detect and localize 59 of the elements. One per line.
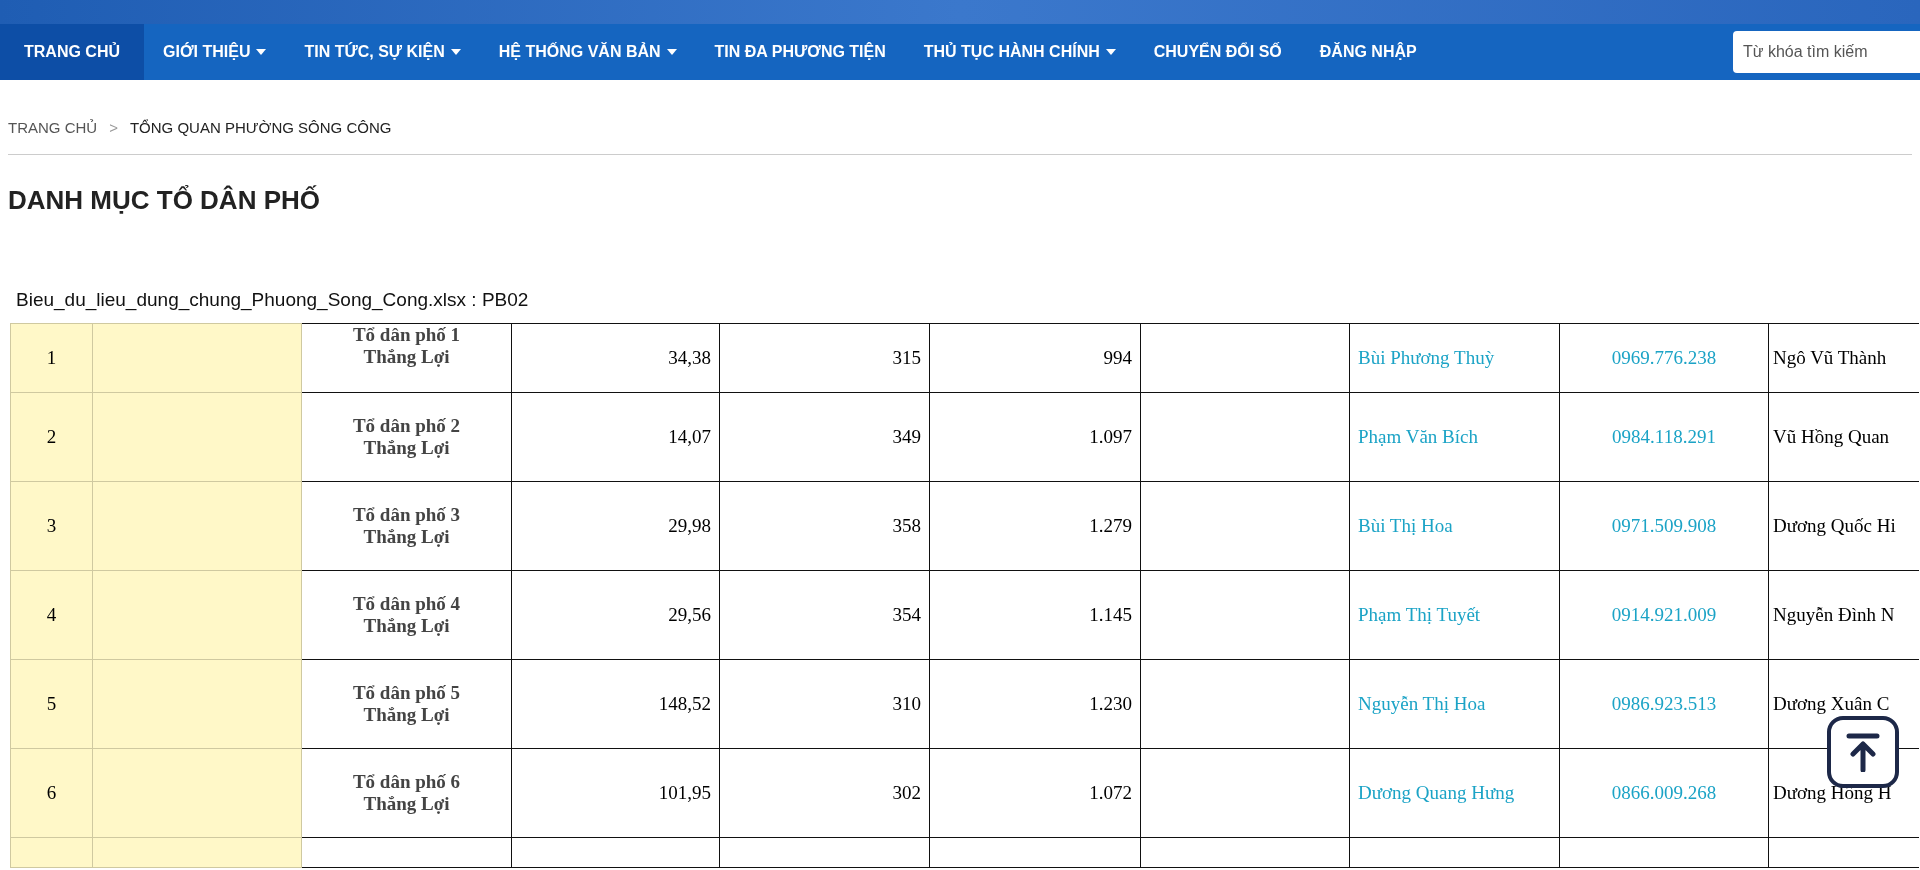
breadcrumb-separator: > — [109, 118, 118, 136]
table-cell: 29,98 — [511, 481, 720, 571]
table-cell: 29,56 — [511, 570, 720, 660]
table-cell: 349 — [719, 392, 930, 482]
table-cell: 1.230 — [929, 659, 1141, 749]
nav-item[interactable]: TIN TỨC, SỰ KIỆN — [285, 24, 480, 80]
row-number: 3 — [10, 481, 93, 571]
nav-item[interactable]: HỆ THỐNG VĂN BẢN — [479, 24, 696, 80]
phone-number: 0986.923.513 — [1559, 659, 1769, 749]
phone-number: 0969.776.238 — [1559, 323, 1769, 393]
nav-item[interactable]: ĐĂNG NHẬP — [1300, 24, 1436, 80]
table-cell: 310 — [719, 659, 930, 749]
leader-name: Nguyễn Thị Hoa — [1349, 659, 1560, 749]
row-number: 5 — [10, 659, 93, 749]
leader-name: Dương Quang Hưng — [1349, 748, 1560, 838]
group-name: Tổ dân phố 6 Thắng Lợi — [301, 748, 512, 838]
leader-name: Phạm Văn Bích — [1349, 392, 1560, 482]
scroll-to-top-button[interactable] — [1827, 716, 1899, 788]
arrow-up-icon — [1845, 732, 1881, 772]
row-number: 4 — [10, 570, 93, 660]
table-cell: 354 — [719, 570, 930, 660]
page-title: DANH MỤC TỔ DÂN PHỐ — [8, 184, 321, 217]
table-cell: 358 — [719, 481, 930, 571]
table-cell: 302 — [719, 748, 930, 838]
group-name: Tổ dân phố 4 Thắng Lợi — [301, 570, 512, 660]
table-cell: 1.072 — [929, 748, 1141, 838]
nav-item[interactable]: THỦ TỤC HÀNH CHÍNH — [904, 24, 1135, 80]
group-name: Tổ dân phố 1 Thắng Lợi — [301, 323, 512, 393]
row-number: 1 — [10, 323, 93, 393]
table-cell: 34,38 — [511, 323, 720, 393]
table-cell: Ngô Vũ Thành — [1768, 323, 1919, 393]
nav-item[interactable]: GIỚI THIỆU — [144, 24, 286, 80]
search-field[interactable]: Từ khóa tìm kiếm — [1733, 31, 1920, 73]
breadcrumb-link[interactable]: TRANG CHỦ — [8, 118, 98, 136]
phone-number: 0914.921.009 — [1559, 570, 1769, 660]
nav-item[interactable]: CHUYỂN ĐỔI SỐ — [1134, 24, 1301, 80]
breadcrumb-current: TỔNG QUAN PHƯỜNG SÔNG CÔNG — [129, 118, 392, 136]
table-cell: 1.279 — [929, 481, 1141, 571]
table-cell: 315 — [719, 323, 930, 393]
leader-name: Bùi Phương Thuỳ — [1349, 323, 1560, 393]
group-name: Tổ dân phố 5 Thắng Lợi — [301, 659, 512, 749]
group-name: Tổ dân phố 3 Thắng Lợi — [301, 481, 512, 571]
phone-number: 0971.509.908 — [1559, 481, 1769, 571]
table-cell: 148,52 — [511, 659, 720, 749]
leader-name: Phạm Thị Tuyết — [1349, 570, 1560, 660]
table-cell: 14,07 — [511, 392, 720, 482]
leader-name: Bùi Thị Hoa — [1349, 481, 1560, 571]
row-number: 2 — [10, 392, 93, 482]
row-number: 6 — [10, 748, 93, 838]
nav-item[interactable]: TIN ĐA PHƯƠNG TIỆN — [695, 24, 905, 80]
table-cell: 1.097 — [929, 392, 1141, 482]
table-cell: 1.145 — [929, 570, 1141, 660]
file-caption: Bieu_du_lieu_dung_chung_Phuong_Song_Cong.xlsx : PB02 — [16, 288, 530, 312]
phone-number: 0984.118.291 — [1559, 392, 1769, 482]
phone-number: 0866.009.268 — [1559, 748, 1769, 838]
nav-item[interactable]: TRANG CHỦ — [0, 24, 144, 80]
group-name: Tổ dân phố 2 Thắng Lợi — [301, 392, 512, 482]
table-cell: 994 — [929, 323, 1141, 393]
table-cell: 101,95 — [511, 748, 720, 838]
